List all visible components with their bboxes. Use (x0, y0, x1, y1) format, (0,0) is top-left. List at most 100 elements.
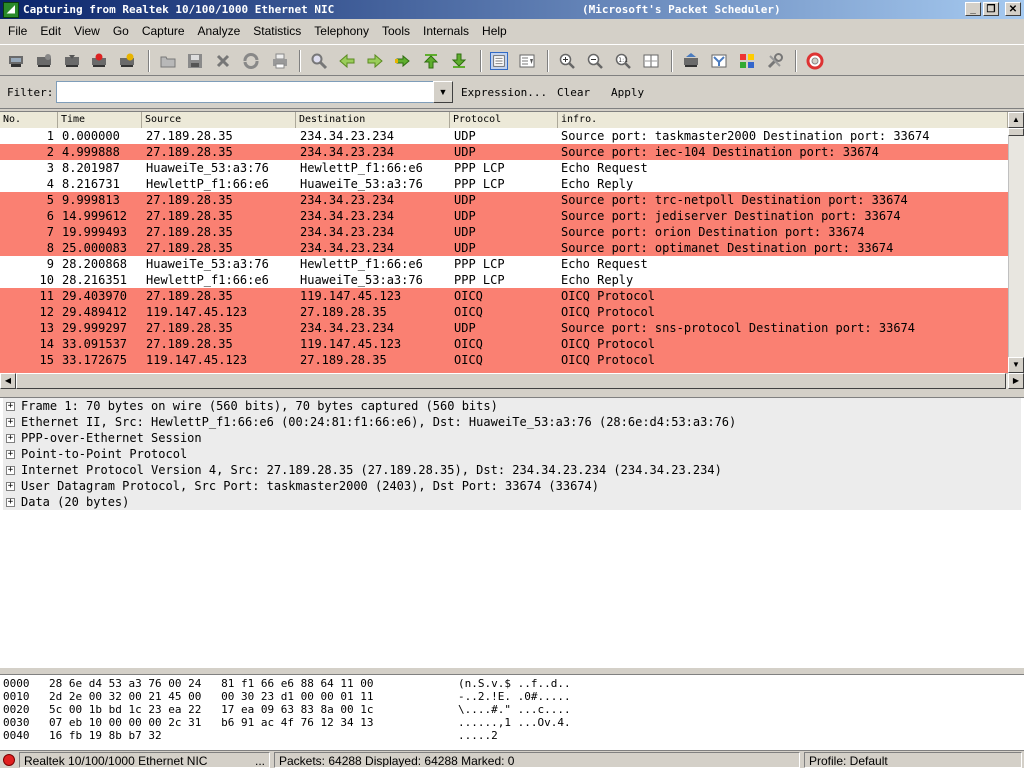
detail-row-udp[interactable]: + User Datagram Protocol, Src Port: taskm… (3, 478, 1021, 494)
table-row[interactable]: 4 8.216731 HewlettP_f1:66:e6 HuaweiTe_53:a3… (0, 176, 1008, 192)
detail-row-data[interactable]: + Data (20 bytes) (3, 494, 1021, 510)
zoom-out-icon[interactable] (586, 52, 604, 70)
menu-file[interactable]: File (3, 24, 32, 38)
scroll-up-arrow-icon[interactable]: ▲ (1008, 112, 1024, 128)
status-expert-ellipsis[interactable]: ... (255, 753, 265, 767)
table-row[interactable]: 8 25.000083 27.189.28.35 234.34.23.234 UDP So… (0, 240, 1008, 256)
menu-statistics[interactable]: Statistics (248, 24, 306, 38)
go-first-packet-icon[interactable] (422, 52, 440, 70)
help-lifebuoy-icon[interactable] (806, 52, 824, 70)
expression-button[interactable]: Expression... (461, 86, 547, 99)
scroll-down-arrow-icon[interactable]: ▼ (1008, 357, 1024, 373)
filter-label: Filter: (7, 86, 54, 99)
table-row[interactable]: 12 29.489412 119.147.45.123 27.189.28.35 OIC… (0, 304, 1008, 320)
close-button[interactable]: ✕ (1005, 2, 1021, 16)
column-header-time[interactable]: Time (58, 112, 142, 128)
expand-plus-icon[interactable]: + (6, 466, 15, 475)
title-bar[interactable]: ◢ Capturing from Realtek 10/100/1000 Eth… (0, 0, 1024, 19)
interfaces-icon[interactable] (7, 52, 25, 70)
expand-plus-icon[interactable]: + (6, 450, 15, 459)
table-row[interactable]: 1 0.000000 27.189.28.35 234.34.23.234 UDP Sou… (0, 128, 1008, 144)
colorize-icon[interactable] (490, 52, 508, 70)
menu-help[interactable]: Help (477, 24, 512, 38)
go-last-packet-icon[interactable] (450, 52, 468, 70)
table-row[interactable]: 5 9.999813 27.189.28.35 234.34.23.234 UDP Sou… (0, 192, 1008, 208)
expand-plus-icon[interactable]: + (6, 402, 15, 411)
capture-status-icon[interactable] (3, 754, 15, 766)
menu-edit[interactable]: Edit (35, 24, 66, 38)
coloring-rules-icon[interactable] (738, 52, 756, 70)
options-icon[interactable] (35, 52, 53, 70)
go-back-icon[interactable] (338, 52, 356, 70)
menu-telephony[interactable]: Telephony (309, 24, 374, 38)
minimize-button[interactable]: _ (965, 2, 981, 16)
menu-analyze[interactable]: Analyze (193, 24, 246, 38)
go-to-packet-icon[interactable] (394, 52, 412, 70)
stop-capture-icon[interactable] (90, 52, 108, 70)
zoom-normal-icon[interactable]: 1:1 (614, 52, 632, 70)
scroll-thumb[interactable] (1008, 128, 1024, 136)
packet-list-pane[interactable]: No. Time Source Destination Protocol inf… (0, 111, 1024, 373)
detail-row-ipv4[interactable]: + Internet Protocol Version 4, Src: 27.18… (3, 462, 1021, 478)
display-filter-input[interactable] (56, 81, 434, 103)
zoom-in-icon[interactable] (558, 52, 576, 70)
table-row[interactable]: 3 8.201987 HuaweiTe_53:a3:76 HewlettP_f1:66… (0, 160, 1008, 176)
column-header-protocol[interactable]: Protocol (450, 112, 558, 128)
column-header-source[interactable]: Source (142, 112, 296, 128)
hex-ascii: ......,1 ...Ov.4. (458, 716, 571, 729)
expand-plus-icon[interactable]: + (6, 482, 15, 491)
scroll-right-arrow-icon[interactable]: ▶ (1008, 373, 1024, 389)
column-header-info[interactable]: infro. (558, 112, 1008, 128)
menu-capture[interactable]: Capture (137, 24, 190, 38)
table-row[interactable]: 13 29.999297 27.189.28.35 234.34.23.234 UDP S… (0, 320, 1008, 336)
print-icon[interactable] (271, 52, 289, 70)
table-row[interactable]: 11 29.403970 27.189.28.35 119.147.45.123 OIC… (0, 288, 1008, 304)
table-row[interactable]: 15 33.172675 119.147.45.123 27.189.28.35 OIC… (0, 352, 1008, 368)
apply-filter-button[interactable]: Apply (611, 86, 644, 99)
packet-bytes-pane[interactable]: 0000 28 6e d4 53 a3 76 00 24 81 f1 66 e6 … (0, 674, 1024, 750)
status-profile[interactable]: Profile: Default (804, 752, 1022, 768)
scroll-left-arrow-icon[interactable]: ◀ (0, 373, 16, 389)
pane-splitter[interactable] (0, 389, 1024, 397)
column-header-no[interactable]: No. (0, 112, 58, 128)
open-file-icon[interactable] (159, 52, 177, 70)
table-row[interactable]: 10 28.216351 HewlettP_f1:66:e6 HuaweiTe_53:… (0, 272, 1008, 288)
table-row[interactable]: 2 4.999888 27.189.28.35 234.34.23.234 UDP Sou… (0, 144, 1008, 160)
menu-go[interactable]: Go (108, 24, 134, 38)
detail-row-frame[interactable]: + Frame 1: 70 bytes on wire (560 bits), 7… (3, 398, 1021, 414)
display-filters-icon[interactable] (710, 52, 728, 70)
table-row[interactable]: 9 28.200868 HuaweiTe_53:a3:76 HewlettP_f1:6… (0, 256, 1008, 272)
capture-filters-icon[interactable] (682, 52, 700, 70)
preferences-icon[interactable] (766, 52, 784, 70)
window-title: Capturing from Realtek 10/100/1000 Ether… (23, 3, 335, 16)
start-capture-icon[interactable] (63, 52, 81, 70)
column-header-destination[interactable]: Destination (296, 112, 450, 128)
restart-capture-icon[interactable] (118, 52, 136, 70)
menu-internals[interactable]: Internals (418, 24, 474, 38)
expand-plus-icon[interactable]: + (6, 498, 15, 507)
detail-row-pppoe[interactable]: + PPP-over-Ethernet Session (3, 430, 1021, 446)
table-row[interactable]: 14 33.091537 27.189.28.35 119.147.45.123 OIC… (0, 336, 1008, 352)
packet-list-horizontal-scrollbar[interactable]: ◀ ▶ (0, 373, 1024, 389)
close-file-icon[interactable] (214, 52, 232, 70)
go-forward-icon[interactable] (366, 52, 384, 70)
menu-view[interactable]: View (69, 24, 105, 38)
clear-filter-button[interactable]: Clear (557, 86, 590, 99)
table-row[interactable]: 6 14.999612 27.189.28.35 234.34.23.234 UDP So… (0, 208, 1008, 224)
detail-row-ethernet[interactable]: + Ethernet II, Src: HewlettP_f1:66:e6 (00… (3, 414, 1021, 430)
auto-scroll-icon[interactable] (518, 52, 536, 70)
menu-tools[interactable]: Tools (377, 24, 415, 38)
expand-plus-icon[interactable]: + (6, 418, 15, 427)
resize-columns-icon[interactable] (642, 52, 660, 70)
filter-dropdown-button[interactable]: ▼ (433, 81, 453, 103)
packet-details-pane[interactable]: + Frame 1: 70 bytes on wire (560 bits), 7… (0, 397, 1024, 668)
horizontal-scroll-thumb[interactable] (16, 373, 1006, 389)
find-packet-icon[interactable] (310, 52, 328, 70)
expand-plus-icon[interactable]: + (6, 434, 15, 443)
table-row[interactable]: 7 19.999493 27.189.28.35 234.34.23.234 UDP So… (0, 224, 1008, 240)
save-file-icon[interactable] (186, 52, 204, 70)
detail-row-ppp[interactable]: + Point-to-Point Protocol (3, 446, 1021, 462)
maximize-button[interactable]: ❐ (983, 2, 999, 16)
packet-list-vertical-scrollbar[interactable]: ▲ ▼ (1008, 112, 1024, 373)
reload-icon[interactable] (242, 52, 260, 70)
